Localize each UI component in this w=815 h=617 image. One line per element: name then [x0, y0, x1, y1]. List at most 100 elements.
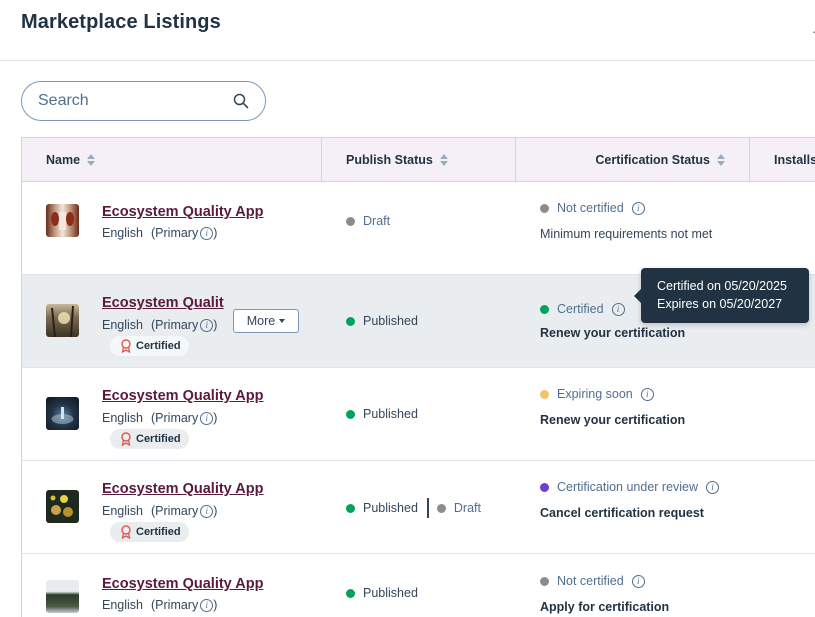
primary-label: (Primary [151, 318, 199, 332]
language-label: English [102, 226, 143, 240]
info-icon[interactable]: i [706, 480, 720, 494]
publish-status-label: Published [363, 586, 418, 600]
publish-status: Published [346, 586, 418, 600]
certified-badge: Certified [110, 429, 189, 449]
app-thumbnail [46, 397, 79, 430]
search-icon[interactable] [233, 93, 249, 109]
publish-status: Published Draft [346, 498, 481, 518]
table-row[interactable]: Ecosystem Quality App English (Primary i… [22, 368, 815, 461]
certification-status-label: Expiring soon [557, 387, 633, 401]
info-icon[interactable]: i [631, 574, 645, 588]
info-icon[interactable]: i [200, 226, 214, 240]
certification-status: Expiring soon i [540, 387, 654, 401]
more-button-label: More [246, 314, 276, 328]
info-icon[interactable]: i [631, 201, 645, 215]
language-line: English (Primary i) [102, 226, 217, 240]
primary-close-paren: ) [213, 598, 218, 612]
certification-action-link[interactable]: Apply for certification [540, 600, 669, 614]
status-dot-certified [540, 304, 549, 314]
status-dot-not-certified [540, 576, 549, 586]
column-header-publish-status-label: Publish Status [346, 153, 433, 167]
status-dot-under-review [540, 482, 549, 492]
header-divider [0, 60, 815, 61]
status-dot-published [346, 316, 355, 326]
app-name-link[interactable]: Ecosystem Quality App [102, 388, 263, 404]
certification-status: Certification under review i [540, 480, 720, 494]
table-row[interactable]: Ecosystem Quality App English (Primary i… [22, 182, 815, 275]
sort-icon[interactable] [439, 153, 448, 167]
certified-badge-label: Certified [136, 340, 181, 352]
app-name-link[interactable]: Ecosystem Quality App [102, 576, 263, 592]
publish-status: Published [346, 314, 418, 328]
column-header-certification-status-label: Certification Status [595, 153, 710, 167]
page-title: Marketplace Listings [21, 11, 221, 33]
status-dot-published [346, 503, 355, 513]
info-icon[interactable]: i [640, 387, 654, 401]
certification-status: Certified i [540, 302, 625, 316]
publish-status-label: Draft [363, 214, 391, 228]
certified-badge: Certified [110, 522, 189, 542]
language-label: English [102, 504, 143, 518]
status-dot-published [346, 409, 355, 419]
info-icon[interactable]: i [200, 318, 214, 332]
certification-status: Not certified i [540, 201, 645, 215]
column-header-name[interactable]: Name [22, 138, 322, 182]
column-header-installs-label: Installs [774, 153, 815, 167]
status-dot-draft [346, 216, 355, 226]
info-icon[interactable]: i [611, 302, 625, 316]
status-dot-published [346, 588, 355, 598]
certified-badge-label: Certified [136, 526, 181, 538]
info-icon[interactable]: i [200, 411, 214, 425]
info-icon[interactable]: i [200, 504, 214, 518]
app-thumbnail [46, 304, 79, 337]
publish-status-label: Published [363, 501, 418, 515]
certified-badge: Certified [110, 336, 189, 356]
status-dot-not-certified [540, 203, 549, 213]
primary-label: (Primary [151, 504, 199, 518]
sort-icon[interactable] [87, 153, 96, 167]
primary-label: (Primary [151, 598, 199, 612]
ribbon-icon [121, 432, 131, 446]
certification-status-label: Not certified [557, 201, 624, 215]
tooltip-certified-date: Certified on 05/20/2025 [657, 279, 787, 293]
language-line: English (Primary i) [102, 411, 217, 425]
status-dot-draft [436, 503, 446, 513]
app-name-link[interactable]: Ecosystem Quality App [102, 204, 263, 220]
certification-action-link[interactable]: Renew your certification [540, 326, 685, 340]
publish-status-label: Published [363, 407, 418, 421]
language-label: English [102, 598, 143, 612]
sort-icon[interactable] [717, 153, 725, 167]
language-line: English (Primary i) [102, 318, 217, 332]
language-label: English [102, 318, 143, 332]
more-button[interactable]: More [233, 309, 299, 333]
table-header: Name Publish Status Certification Status… [22, 138, 815, 182]
search-input[interactable] [38, 91, 228, 111]
caret-down-icon [279, 319, 286, 323]
column-header-publish-status[interactable]: Publish Status [322, 138, 516, 182]
certification-status-label: Not certified [557, 574, 624, 588]
table-row[interactable]: Ecosystem Quality App English (Primary i… [22, 461, 815, 554]
info-icon[interactable]: i [200, 598, 214, 612]
primary-label: (Primary [151, 226, 199, 240]
certification-tooltip: Certified on 05/20/2025 Expires on 05/20… [634, 268, 809, 323]
tooltip-expiry-date: Expires on 05/20/2027 [657, 297, 783, 311]
app-name-link[interactable]: Ecosystem Qualit [102, 295, 224, 311]
ribbon-icon [121, 525, 131, 539]
column-header-certification-status[interactable]: Certification Status [516, 138, 750, 182]
primary-close-paren: ) [213, 318, 218, 332]
listings-table: Name Publish Status Certification Status… [21, 137, 815, 617]
language-label: English [102, 411, 143, 425]
app-thumbnail [46, 580, 79, 613]
table-row[interactable]: Ecosystem Quality App English (Primary i… [22, 554, 815, 617]
search-box[interactable] [21, 81, 266, 121]
primary-close-paren: ) [213, 226, 218, 240]
primary-close-paren: ) [213, 504, 218, 518]
app-name-link[interactable]: Ecosystem Quality App [102, 481, 263, 497]
certification-action-link[interactable]: Renew your certification [540, 413, 685, 427]
status-divider [426, 498, 429, 518]
publish-status: Draft [346, 214, 390, 228]
language-line: English (Primary i) [102, 598, 217, 612]
certification-action-link[interactable]: Cancel certification request [540, 506, 704, 520]
column-header-installs[interactable]: Installs [750, 138, 815, 182]
publish-status: Published [346, 407, 418, 421]
